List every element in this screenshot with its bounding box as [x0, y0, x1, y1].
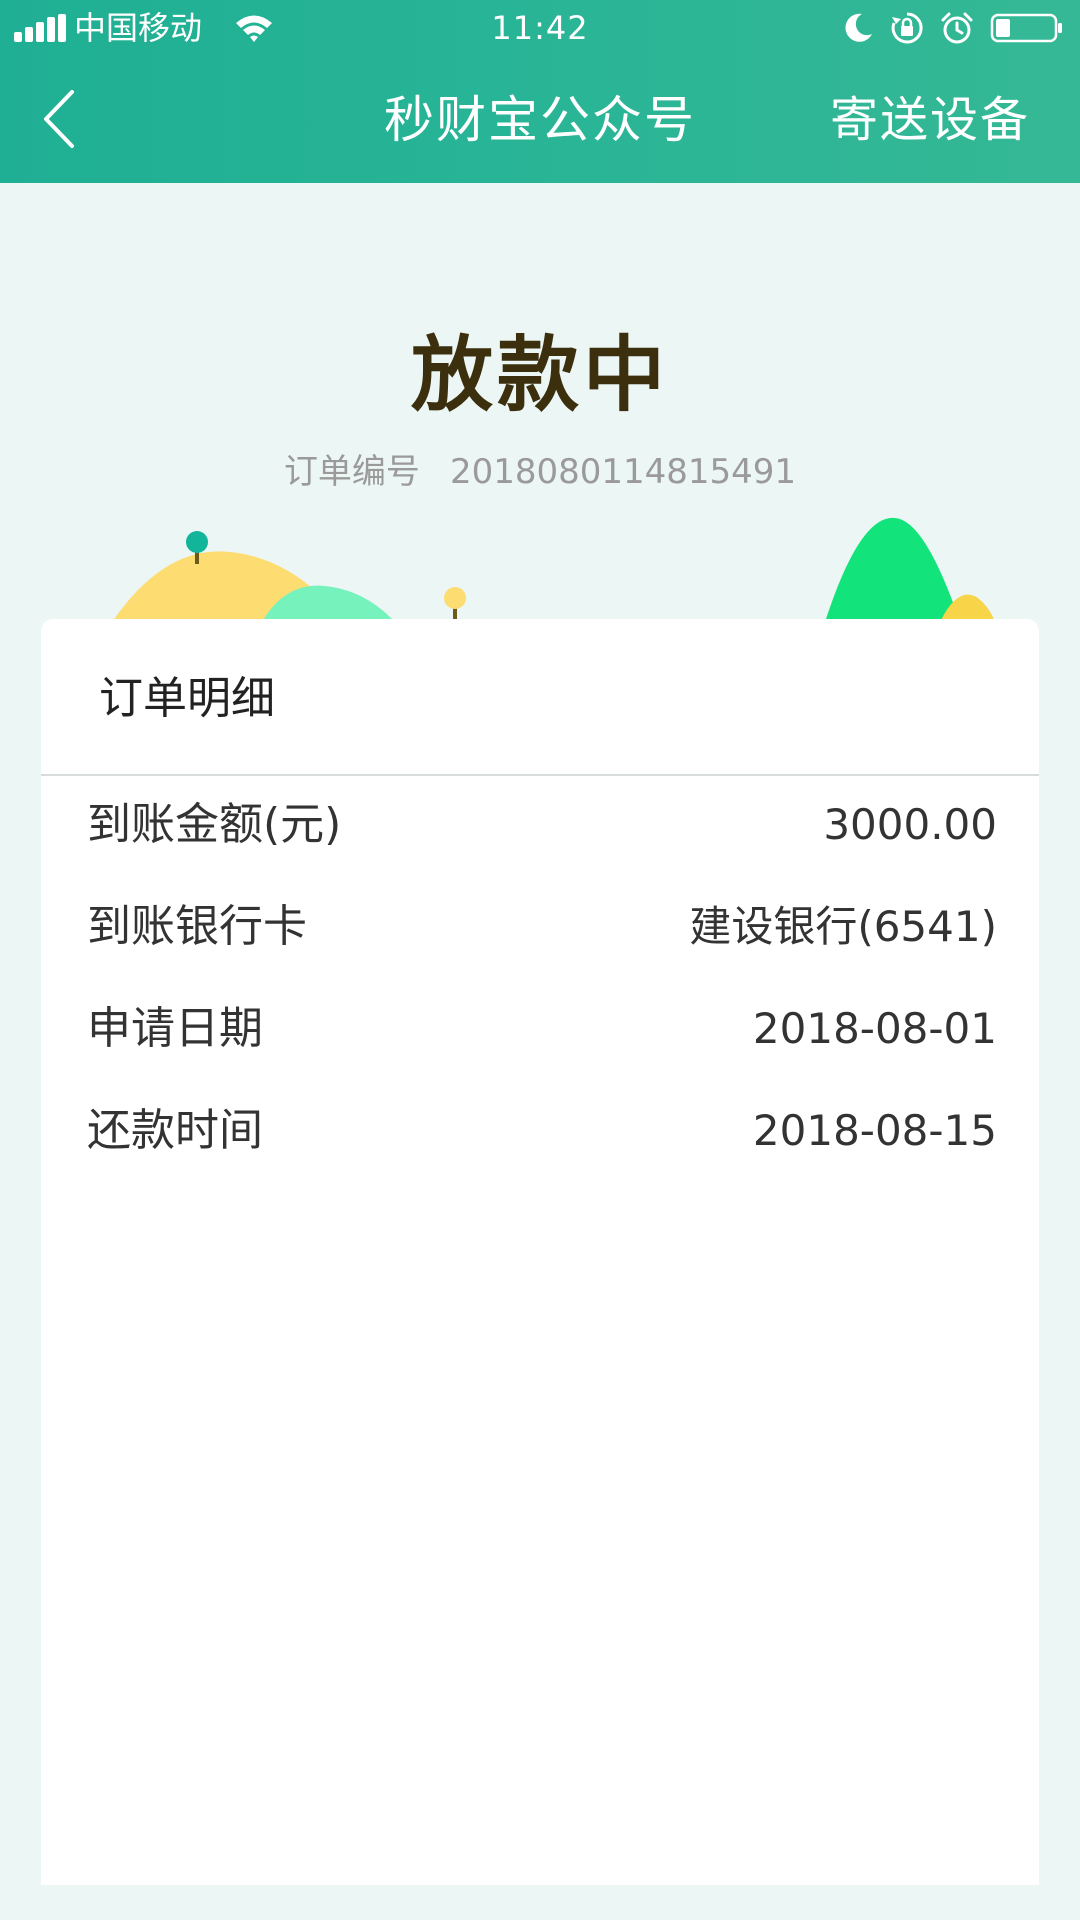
moon-icon [845, 13, 872, 42]
order-details-card: 订单明细 到账金额(元) 3000.00 到账银行卡 建设银行(6541) 申请… [41, 619, 1039, 1885]
detail-value: 2018-08-01 [752, 1004, 997, 1053]
detail-row-bank-card: 到账银行卡 建设银行(6541) [87, 897, 1039, 957]
order-number-label: 订单编号 [283, 452, 420, 492]
detail-row-apply-date: 申请日期 2018-08-01 [87, 999, 1039, 1059]
status-icons [844, 10, 1064, 46]
detail-label: 到账金额(元) [87, 799, 342, 850]
detail-label: 到账银行卡 [87, 901, 307, 952]
detail-value: 3000.00 [823, 800, 997, 849]
detail-value: 建设银行(6541) [689, 902, 997, 951]
order-number-line: 订单编号 2018080114815491 [0, 448, 1080, 496]
send-device-button[interactable]: 寄送设备 [830, 88, 1030, 152]
hills-illustration [113, 517, 995, 620]
order-details-title: 订单明细 [99, 673, 275, 724]
detail-value: 2018-08-15 [752, 1106, 997, 1155]
divider [41, 774, 1039, 776]
status-bar: 中国移动 11:42 [0, 0, 1080, 56]
detail-row-amount: 到账金额(元) 3000.00 [87, 795, 1039, 855]
tree-top [186, 531, 208, 553]
rotation-lock-icon [891, 12, 923, 44]
loan-status-heading: 放款中 [410, 328, 669, 423]
tree-top-small [444, 587, 466, 609]
order-number-value: 2018080114815491 [449, 452, 797, 492]
detail-row-repay-date: 还款时间 2018-08-15 [87, 1101, 1039, 1161]
green-hill [825, 517, 960, 620]
detail-label: 申请日期 [87, 1003, 263, 1054]
nav-bar: 秒财宝公众号 寄送设备 [0, 56, 1080, 183]
alarm-icon [941, 12, 973, 44]
header: 中国移动 11:42 秒财宝公众号 寄送设备 [0, 0, 1080, 183]
detail-label: 还款时间 [87, 1105, 263, 1156]
battery-icon [990, 13, 1062, 43]
